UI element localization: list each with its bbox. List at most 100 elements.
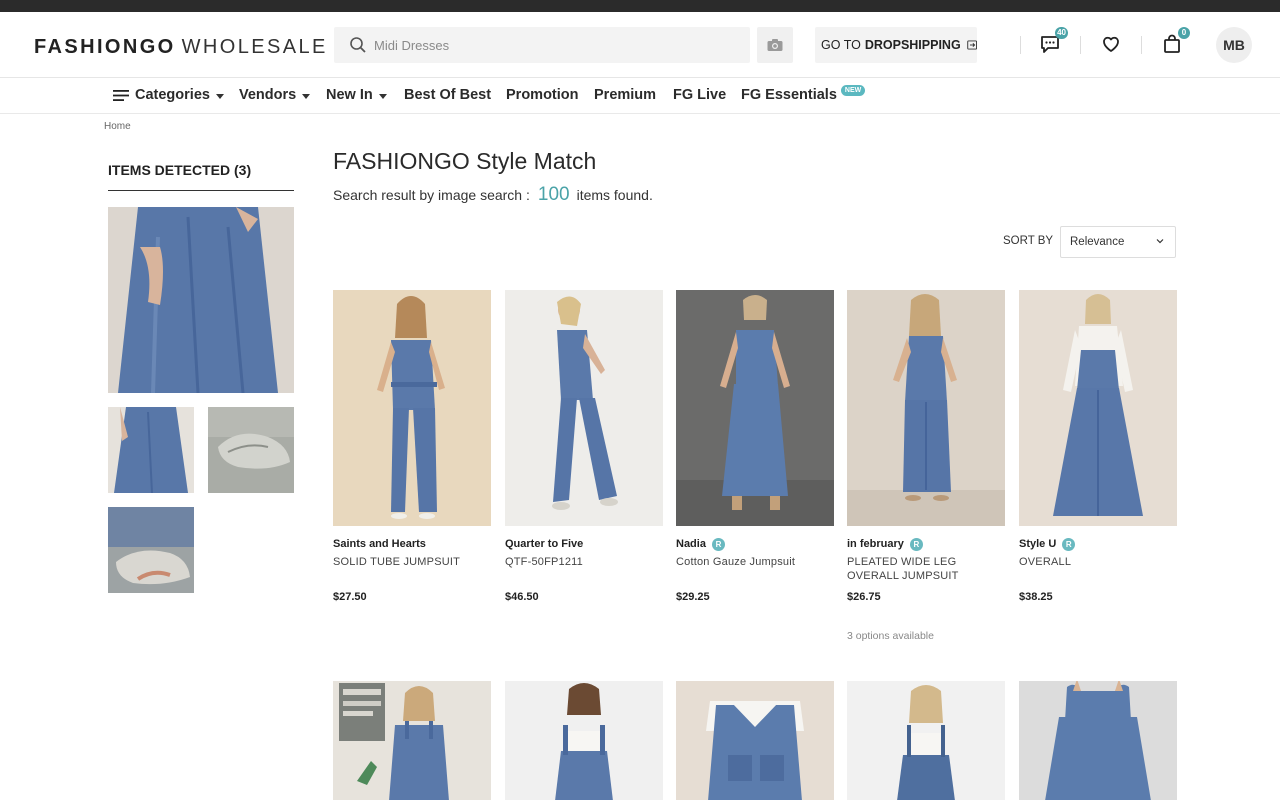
product-card[interactable]: Nadia R Cotton Gauze Jumpsuit $29.25 xyxy=(676,290,834,603)
wishlist-button[interactable] xyxy=(1099,32,1125,58)
site-logo[interactable]: FASHIONGO WHOLESALE xyxy=(34,36,328,59)
cart-count-badge: 0 xyxy=(1178,27,1190,39)
premium-r-badge: R xyxy=(909,537,923,551)
detected-item-thumbnail[interactable] xyxy=(108,407,194,493)
chevron-down-icon xyxy=(302,93,311,99)
sort-by-label: SORT BY xyxy=(1003,235,1054,247)
product-vendor[interactable]: in february R xyxy=(847,536,1005,552)
product-price: $29.25 xyxy=(676,591,710,603)
nav-vendors[interactable]: Vendors xyxy=(239,87,311,103)
site-header: FASHIONGOWHOLESALE GO TODROPSHIPPING 40 … xyxy=(0,12,1280,78)
nav-promotion[interactable]: Promotion xyxy=(506,87,579,103)
image-search-button[interactable] xyxy=(757,27,793,63)
product-image[interactable] xyxy=(1019,290,1177,526)
search-box xyxy=(334,27,750,63)
nav-categories[interactable]: Categories xyxy=(113,87,224,103)
messages-count-badge: 40 xyxy=(1055,27,1068,39)
product-image[interactable] xyxy=(676,681,834,800)
detected-item-thumbnail[interactable] xyxy=(108,207,294,393)
detected-jumpsuit-small-image xyxy=(108,407,194,493)
product-image[interactable] xyxy=(505,681,663,800)
new-badge: NEW xyxy=(840,84,866,96)
product-image[interactable] xyxy=(847,290,1005,526)
browser-top-bar xyxy=(0,0,1280,12)
nav-best-of-best[interactable]: Best Of Best xyxy=(404,87,491,103)
product-image[interactable] xyxy=(1019,681,1177,800)
product-vendor[interactable]: Style U R xyxy=(1019,536,1177,552)
detected-item-thumbnail[interactable] xyxy=(108,507,194,593)
nav-new-in[interactable]: New In xyxy=(326,87,387,103)
product-card[interactable]: Saints and Hearts SOLID TUBE JUMPSUIT $2… xyxy=(333,290,491,603)
product-image[interactable] xyxy=(676,290,834,526)
menu-icon xyxy=(113,89,129,101)
nav-fg-essentials[interactable]: FG Essentials NEW xyxy=(741,84,866,103)
premium-r-badge: R xyxy=(1062,537,1076,551)
nav-fg-live[interactable]: FG Live xyxy=(673,87,726,103)
dropship-label: DROPSHIPPING xyxy=(864,38,961,52)
cart-button[interactable]: 0 xyxy=(1160,27,1190,58)
items-detected-title: ITEMS DETECTED (3) xyxy=(108,162,294,191)
premium-r-badge: R xyxy=(711,537,725,551)
nav-fg-essentials-label: FG Essentials xyxy=(741,87,837,103)
result-prefix: Search result by image search : xyxy=(333,187,530,203)
product-image[interactable] xyxy=(333,290,491,526)
logo-sub: WHOLESALE xyxy=(181,36,328,58)
sort-selected-value: Relevance xyxy=(1070,236,1125,248)
product-image[interactable] xyxy=(847,681,1005,800)
product-card[interactable]: in february R PLEATED WIDE LEG OVERALL JU… xyxy=(847,290,1005,642)
search-result-summary: Search result by image search : 100 item… xyxy=(333,184,653,206)
product-card[interactable]: Style U R OVERALL $38.25 xyxy=(1019,290,1177,603)
product-name[interactable]: OVERALL xyxy=(1019,555,1177,585)
nav-vendors-label: Vendors xyxy=(239,87,297,103)
user-avatar[interactable]: MB xyxy=(1216,27,1252,63)
header-divider xyxy=(1080,36,1081,54)
dropshipping-button[interactable]: GO TO DROPSHIPPING xyxy=(815,27,977,63)
header-divider xyxy=(1020,36,1021,54)
heart-icon xyxy=(1103,36,1119,52)
vendor-name: Quarter to Five xyxy=(505,538,584,550)
main-navigation: Categories Vendors New In Best Of Best P… xyxy=(0,79,1280,114)
result-suffix: items found. xyxy=(576,187,653,203)
options-available[interactable]: 3 options available xyxy=(847,630,1005,642)
chevron-down-icon xyxy=(215,93,224,99)
product-vendor[interactable]: Quarter to Five xyxy=(505,536,663,552)
nav-premium[interactable]: Premium xyxy=(594,87,656,103)
chevron-down-icon xyxy=(1156,239,1164,244)
dropship-prefix: GO TO xyxy=(821,38,861,52)
messages-button[interactable]: 40 xyxy=(1038,27,1068,58)
product-image[interactable] xyxy=(333,681,491,800)
product-price: $46.50 xyxy=(505,591,539,603)
camera-icon xyxy=(767,39,783,51)
vendor-name: Saints and Hearts xyxy=(333,538,426,550)
breadcrumb[interactable]: Home xyxy=(104,121,131,132)
exit-arrow-icon xyxy=(966,40,977,50)
product-name[interactable]: PLEATED WIDE LEG OVERALL JUMPSUIT xyxy=(847,555,1005,585)
nav-categories-label: Categories xyxy=(135,87,210,103)
detected-item-thumbnail[interactable] xyxy=(208,407,294,493)
header-divider xyxy=(1141,36,1142,54)
product-image[interactable] xyxy=(505,290,663,526)
product-name[interactable]: Cotton Gauze Jumpsuit xyxy=(676,555,834,585)
search-input[interactable] xyxy=(374,27,734,63)
detected-shoe-image xyxy=(208,407,294,493)
product-vendor[interactable]: Nadia R xyxy=(676,536,834,552)
result-count: 100 xyxy=(537,184,570,205)
page-title: FASHIONGO Style Match xyxy=(333,148,597,174)
product-name[interactable]: QTF-50FP1211 xyxy=(505,555,663,585)
detected-jumpsuit-image xyxy=(108,207,294,393)
product-vendor[interactable]: Saints and Hearts xyxy=(333,536,491,552)
vendor-name: Style U xyxy=(1019,538,1057,550)
vendor-name: in february xyxy=(847,538,904,550)
detected-sneaker-image xyxy=(108,507,194,593)
product-price: $27.50 xyxy=(333,591,367,603)
product-card[interactable]: Quarter to Five QTF-50FP1211 $46.50 xyxy=(505,290,663,603)
product-price: $26.75 xyxy=(847,591,881,603)
logo-main: FASHIONGO xyxy=(34,36,176,58)
nav-new-in-label: New In xyxy=(326,87,373,103)
product-price: $38.25 xyxy=(1019,591,1053,603)
chevron-down-icon xyxy=(378,93,387,99)
vendor-name: Nadia xyxy=(676,538,706,550)
search-icon[interactable] xyxy=(348,35,368,55)
sort-select[interactable]: Relevance xyxy=(1060,226,1176,258)
product-name[interactable]: SOLID TUBE JUMPSUIT xyxy=(333,555,491,585)
